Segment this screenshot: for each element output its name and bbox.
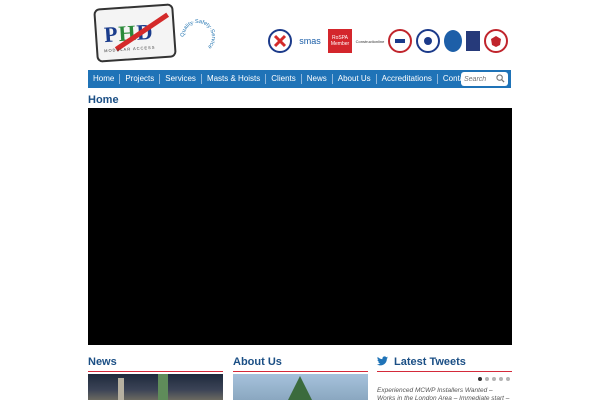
- nav-projects[interactable]: Projects: [120, 74, 161, 84]
- carousel-dot[interactable]: [478, 377, 482, 381]
- smas-badge[interactable]: smas: [296, 29, 324, 53]
- main-nav: Home Projects Services Masts & Hoists Cl…: [88, 70, 511, 88]
- search-box: [461, 72, 508, 86]
- news-heading: News: [88, 356, 117, 368]
- search-input[interactable]: [464, 73, 496, 85]
- ukas-badge-icon[interactable]: [416, 29, 440, 53]
- carousel-dot[interactable]: [499, 377, 503, 381]
- logo-ring: Quality·Safety·Service: [179, 18, 217, 56]
- iso-badge-icon[interactable]: [444, 30, 462, 52]
- page: PHD MODULAR ACCESS Quality·Safety·Servic…: [0, 0, 600, 400]
- svg-text:Quality·Safety·Service: Quality·Safety·Service: [180, 19, 216, 50]
- accreditation-badges: smas RoSPA Member Constructionline: [268, 28, 508, 54]
- logo-mark: PHD MODULAR ACCESS: [93, 3, 177, 63]
- about-divider: [233, 371, 368, 372]
- twitter-bird-icon: [377, 356, 388, 366]
- chas-badge-icon[interactable]: [388, 29, 412, 53]
- video-player[interactable]: [88, 108, 512, 345]
- tweets-divider: [377, 371, 512, 372]
- news-divider: [88, 371, 223, 372]
- nav-services[interactable]: Services: [160, 74, 202, 84]
- nav-clients[interactable]: Clients: [266, 74, 302, 84]
- page-title: Home: [88, 94, 119, 106]
- about-image-tower: [288, 376, 312, 400]
- nav-masts-hoists[interactable]: Masts & Hoists: [202, 74, 267, 84]
- safecontractor-badge-icon[interactable]: [268, 29, 292, 53]
- news-image-building: [118, 378, 124, 400]
- nav-accreditations[interactable]: Accreditations: [377, 74, 438, 84]
- investors-badge-icon[interactable]: [466, 31, 480, 51]
- carousel-dot[interactable]: [492, 377, 496, 381]
- nav-news[interactable]: News: [302, 74, 333, 84]
- nav-about-us[interactable]: About Us: [333, 74, 377, 84]
- constructionline-badge[interactable]: Constructionline: [356, 29, 385, 53]
- news-image[interactable]: [88, 374, 223, 400]
- nav-home[interactable]: Home: [88, 74, 121, 84]
- carousel-dot[interactable]: [506, 377, 510, 381]
- tweets-heading: Latest Tweets: [394, 356, 466, 368]
- about-heading: About Us: [233, 356, 282, 368]
- tweet-text[interactable]: Experienced MCWP Installers Wanted – Wor…: [377, 387, 512, 400]
- about-image[interactable]: [233, 374, 368, 400]
- rospa-badge[interactable]: RoSPA Member: [328, 29, 352, 53]
- logo-ring-text: Quality·Safety·Service: [180, 19, 216, 50]
- logo[interactable]: PHD MODULAR ACCESS Quality·Safety·Servic…: [93, 3, 220, 63]
- news-image-tower: [158, 374, 168, 400]
- carousel-dot[interactable]: [485, 377, 489, 381]
- tweet-carousel-dots: [478, 377, 510, 381]
- search-icon[interactable]: [496, 74, 505, 83]
- crest-badge-icon[interactable]: [484, 29, 508, 53]
